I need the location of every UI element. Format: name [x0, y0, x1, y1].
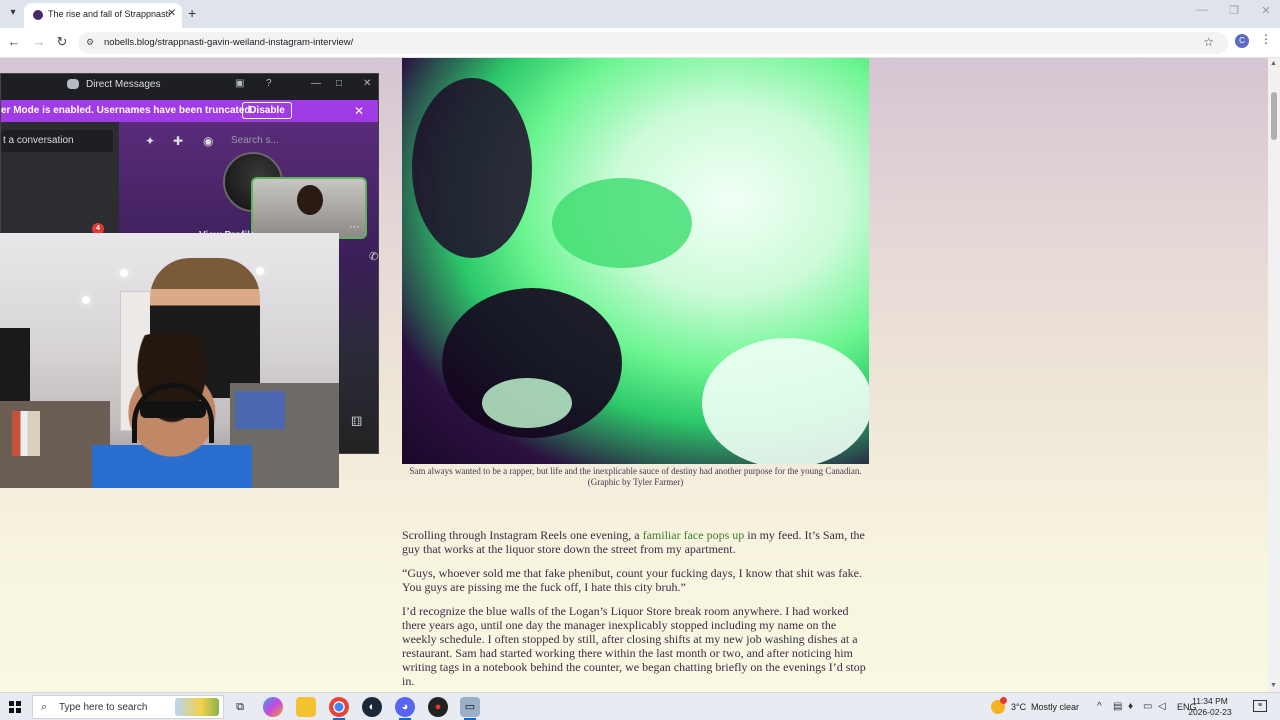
new-tab-icon[interactable]: + — [188, 5, 196, 21]
obs-icon[interactable]: ● — [428, 697, 448, 717]
reload-icon[interactable]: ↻ — [53, 34, 71, 50]
browser-tab[interactable]: The rise and fall of Strappnasti ✕ — [24, 3, 182, 28]
volume-icon[interactable]: ◁ — [1158, 701, 1166, 712]
site-favicon-icon — [33, 10, 43, 20]
discord-maximize-icon[interactable]: □ — [336, 78, 342, 89]
task-view-icon[interactable]: ⧉ — [230, 697, 250, 717]
call-icon[interactable]: ✆ — [369, 250, 378, 263]
discord-minimize-icon[interactable]: — — [311, 78, 321, 89]
forward-arrow-icon[interactable]: → — [30, 34, 48, 49]
app-window-icon[interactable]: ▭ — [460, 697, 480, 720]
tab-search-chevron-icon[interactable]: ▾ — [4, 4, 22, 22]
paragraph-text: Scrolling through Instagram Reels one ev… — [402, 528, 643, 542]
image-caption: Sam always wanted to be a rapper, but li… — [409, 466, 862, 487]
ceiling-light — [120, 269, 128, 277]
tab-title: The rise and fall of Strappnasti — [48, 9, 171, 19]
ceiling-light — [256, 267, 264, 275]
banner-close-icon[interactable]: ✕ — [354, 104, 364, 118]
discord-titlebar[interactable]: Direct Messages ▣ ? — □ ✕ — [1, 74, 378, 96]
discord-title: Direct Messages — [86, 79, 161, 90]
clock[interactable]: 11:34 PM 2026-02-23 — [1188, 696, 1232, 718]
pin-icon[interactable]: ✦ — [145, 134, 155, 148]
scroll-thumb[interactable] — [1271, 92, 1277, 140]
browser-toolbar: ← → ↻ ⚙ nobells.blog/strappnasti-gavin-w… — [0, 28, 1280, 58]
tab-strip: ▾ The rise and fall of Strappnasti ✕ + —… — [0, 0, 1280, 28]
discord-logo-icon — [67, 79, 79, 89]
graphic-highlight-shape — [482, 378, 572, 428]
room-tv — [0, 328, 30, 408]
tab-close-icon[interactable]: ✕ — [168, 8, 176, 19]
add-friend-icon[interactable]: ✚ — [173, 134, 183, 148]
profile-avatar[interactable]: C — [1235, 34, 1249, 48]
browser-menu-icon[interactable]: ⋮ — [1260, 32, 1272, 46]
taskbar-search-box[interactable]: ⌕ Type here to search — [32, 695, 224, 719]
taskbar-search-placeholder: Type here to search — [59, 702, 148, 713]
scroll-down-icon[interactable]: ▼ — [1270, 682, 1277, 689]
tray-device-icon[interactable]: ▤ — [1113, 701, 1122, 712]
webcam-overlay — [0, 233, 339, 488]
discord-taskbar-icon[interactable]: ◕ — [395, 697, 415, 720]
address-bar[interactable]: ⚙ nobells.blog/strappnasti-gavin-weiland… — [78, 32, 1228, 54]
weather-text[interactable]: Mostly clear — [1031, 702, 1079, 712]
article-paragraph: I’d recognize the blue walls of the Loga… — [402, 604, 866, 688]
find-conversation-input[interactable]: t a conversation — [1, 130, 113, 152]
window-close-icon[interactable]: ✕ — [1254, 4, 1278, 17]
dm-search-input[interactable]: Search s... — [231, 132, 371, 150]
user-profile-icon[interactable]: ◉ — [203, 134, 213, 148]
ceiling-light — [82, 296, 90, 304]
streamer-shirt — [92, 458, 252, 488]
chrome-icon[interactable] — [329, 697, 349, 720]
tray-chevron-icon[interactable]: ^ — [1097, 701, 1102, 712]
article-paragraph: “Guys, whoever sold me that fake phenibu… — [402, 566, 862, 594]
graphic-highlight-shape — [702, 338, 869, 464]
bookmark-star-icon[interactable]: ☆ — [1203, 35, 1214, 49]
streamer-mode-banner: er Mode is enabled. Usernames have been … — [1, 100, 378, 122]
discord-close-icon[interactable]: ✕ — [363, 78, 371, 89]
back-arrow-icon[interactable]: ← — [5, 34, 23, 49]
notification-icon[interactable]: ≡ — [1253, 700, 1267, 712]
minimize-icon[interactable]: — — [1190, 4, 1214, 16]
search-icon: ⌕ — [41, 701, 48, 713]
article-hero-graphic — [402, 58, 869, 464]
sunglasses — [140, 401, 206, 418]
site-info-icon[interactable]: ⚙ — [86, 37, 94, 48]
graphic-green-shape — [552, 178, 692, 268]
url-text[interactable]: nobells.blog/strappnasti-gavin-weiland-i… — [104, 37, 353, 48]
copilot-icon[interactable] — [263, 697, 283, 717]
weather-alert-icon — [1000, 697, 1007, 704]
clock-time: 11:34 PM — [1192, 696, 1228, 706]
restore-icon[interactable]: ❐ — [1222, 4, 1246, 17]
article-body: Scrolling through Instagram Reels one ev… — [402, 528, 869, 692]
taskbar: ⌕ Type here to search ⧉ ◐ ◕ ● ▭ 3°C Most… — [0, 692, 1280, 720]
disable-streamer-mode-button[interactable]: Disable — [242, 102, 292, 119]
steam-icon[interactable]: ◐ — [362, 697, 382, 717]
temperature[interactable]: 3°C — [1011, 702, 1026, 712]
file-explorer-icon[interactable] — [296, 697, 316, 717]
windows-start-icon[interactable] — [9, 701, 21, 713]
microphone-icon[interactable]: ♦ — [1128, 701, 1133, 712]
screen-share-icon[interactable]: ▣ — [235, 78, 244, 89]
streamer-mode-text: er Mode is enabled. Usernames have been … — [1, 105, 254, 116]
clock-date: 2026-02-23 — [1188, 707, 1232, 717]
search-highlight-image — [175, 698, 219, 716]
more-options-icon[interactable]: ⋯ — [349, 220, 360, 233]
table-bottles — [12, 411, 40, 456]
activity-icon[interactable]: ⚅ — [351, 414, 362, 430]
profile-photo — [297, 185, 323, 215]
article-paragraph: Scrolling through Instagram Reels one ev… — [402, 528, 869, 556]
page-scrollbar[interactable]: ▲ ▼ — [1268, 58, 1280, 692]
help-icon[interactable]: ? — [266, 78, 272, 89]
network-icon[interactable]: ▭ — [1143, 701, 1152, 712]
inline-link[interactable]: familiar face pops up — [643, 528, 745, 542]
graphic-shadow-shape — [412, 78, 532, 258]
scroll-up-icon[interactable]: ▲ — [1270, 60, 1277, 67]
